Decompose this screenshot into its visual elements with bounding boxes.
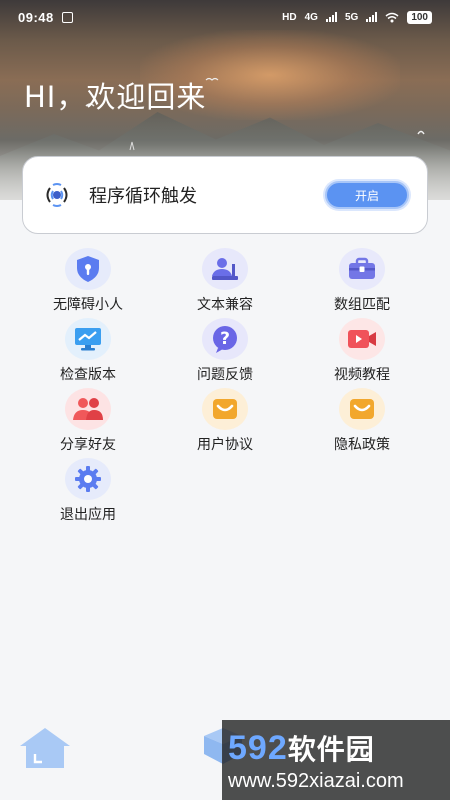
gear-icon xyxy=(65,458,111,500)
menu-item-label: 检查版本 xyxy=(60,367,116,383)
battery-indicator: 100 xyxy=(407,10,432,24)
menu-item-exit-app[interactable]: 退出应用 xyxy=(23,458,153,524)
menu-item-label: 文本兼容 xyxy=(197,297,253,313)
watermark-url: www.592xiazai.com xyxy=(228,769,404,792)
menu-item-privacy-policy[interactable]: 隐私政策 xyxy=(297,388,427,454)
menu-item-share[interactable]: 分享好友 xyxy=(23,388,153,454)
menu-item-user-agreement[interactable]: 用户协议 xyxy=(160,388,290,454)
watermark-name: 软件园 xyxy=(287,732,375,766)
shield-keyhole-icon xyxy=(65,248,111,290)
menu-item-label: 分享好友 xyxy=(60,437,116,453)
menu-item-label: 退出应用 xyxy=(60,507,116,523)
user-desk-icon xyxy=(202,248,248,290)
greeting-title: HI，欢迎回来 xyxy=(24,80,207,114)
menu-item-video-tutorial[interactable]: 视频教程 xyxy=(297,318,427,384)
network-5g-label: 5G xyxy=(344,11,359,23)
trend-monitor-icon xyxy=(65,318,111,360)
hd-label: HD xyxy=(282,11,297,23)
menu-item-text-compat[interactable]: 文本兼容 xyxy=(160,248,290,314)
trigger-card-title: 程序循环触发 xyxy=(89,186,197,207)
signal-5g-icon xyxy=(366,12,378,22)
notification-icon xyxy=(61,11,73,23)
menu-item-label: 隐私政策 xyxy=(334,437,390,453)
toolbox-icon xyxy=(339,248,385,290)
status-indicators: HD 4G 5G 100 xyxy=(282,10,432,24)
menu-item-accessibility[interactable]: 无障碍小人 xyxy=(23,248,153,314)
menu-item-feedback[interactable]: ? 问题反馈 xyxy=(160,318,290,384)
site-watermark: 592软件园 www.592xiazai.com xyxy=(222,720,450,800)
menu-item-label: 无障碍小人 xyxy=(53,297,123,313)
menu-item-label: 用户协议 xyxy=(197,437,253,453)
menu-item-array-match[interactable]: 数组匹配 xyxy=(297,248,427,314)
smile-box-icon xyxy=(339,388,385,430)
watermark-title: 592软件园 xyxy=(228,728,450,768)
status-bar: 09:48 HD 4G 5G 100 xyxy=(0,0,450,34)
menu-item-label: 数组匹配 xyxy=(334,297,390,313)
network-4g-label: 4G xyxy=(304,11,318,23)
menu-item-label: 问题反馈 xyxy=(197,367,253,383)
svg-text:?: ? xyxy=(220,329,230,349)
menu-item-check-version[interactable]: 检查版本 xyxy=(23,318,153,384)
wifi-icon xyxy=(385,12,399,22)
signal-4g-icon xyxy=(325,12,337,22)
video-camera-icon xyxy=(339,318,385,360)
question-bubble-icon: ? xyxy=(202,318,248,360)
enable-button[interactable]: 开启 xyxy=(325,181,409,209)
menu-item-label: 视频教程 xyxy=(334,367,390,383)
people-icon xyxy=(65,388,111,430)
signal-broadcast-icon xyxy=(46,183,68,207)
watermark-number: 592 xyxy=(228,728,288,767)
smile-box-icon xyxy=(202,388,248,430)
home-icon[interactable] xyxy=(18,726,72,770)
status-time: 09:48 xyxy=(18,9,54,25)
loop-trigger-card: 程序循环触发 开启 xyxy=(22,156,428,234)
